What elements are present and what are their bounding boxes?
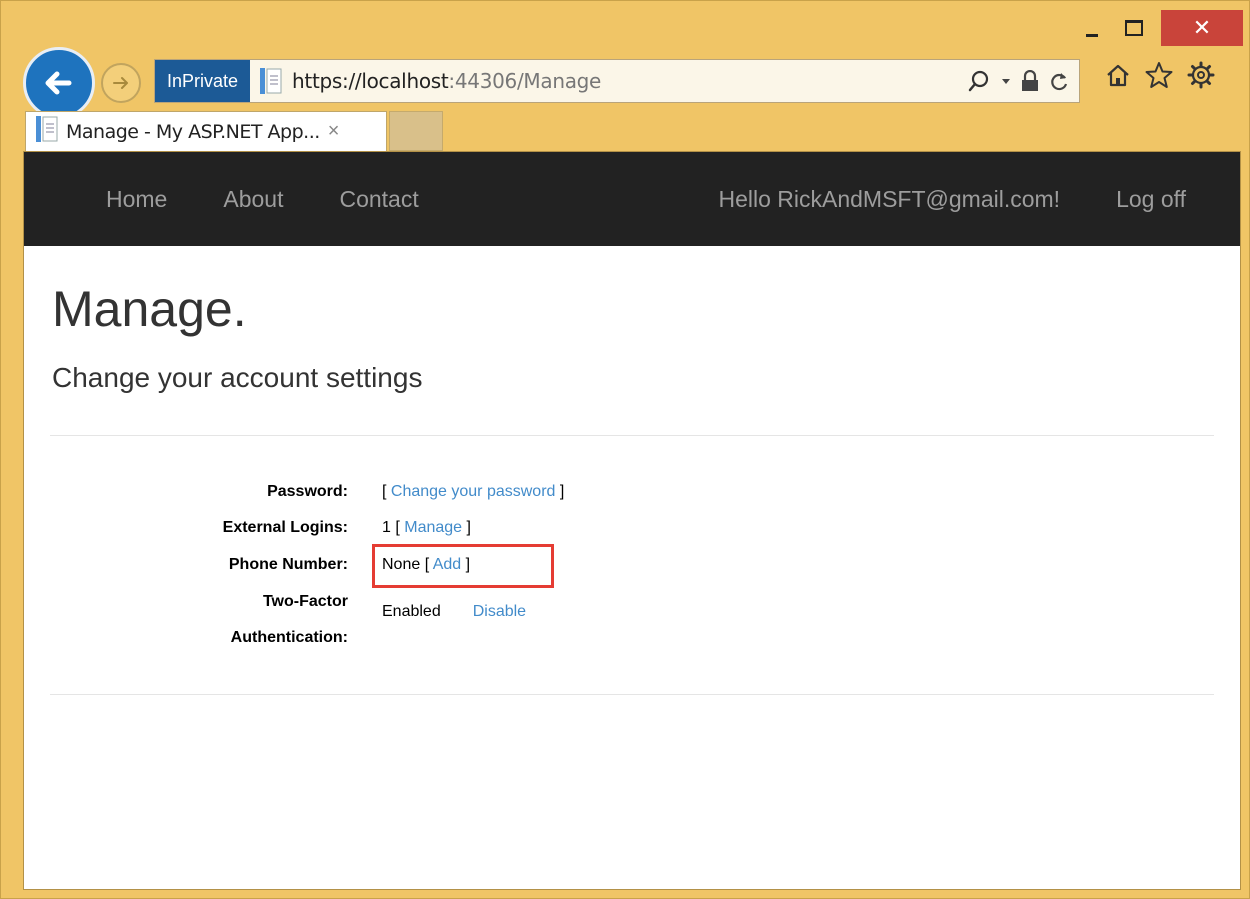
url-text[interactable]: https://localhost:44306/Manage — [292, 69, 601, 93]
favorites-star-icon[interactable] — [1145, 61, 1173, 89]
divider-bottom — [50, 694, 1214, 695]
two-factor-label-line2: Authentication: — [230, 629, 348, 646]
forward-arrow-icon — [113, 77, 128, 89]
minimize-button[interactable] — [1073, 9, 1111, 47]
external-logins-label: External Logins: — [222, 519, 348, 536]
password-value: [ Change your password ] — [382, 474, 564, 510]
url-host: https://localhost — [292, 69, 449, 93]
phone-number-label: Phone Number: — [228, 556, 348, 573]
url-path: :44306/Manage — [448, 69, 602, 93]
nav-logoff-link[interactable]: Log off — [1116, 186, 1186, 213]
site-navbar: Home About Contact Hello RickAndMSFT@gma… — [24, 152, 1240, 246]
dropdown-icon[interactable] — [1001, 76, 1011, 86]
password-label: Password: — [267, 483, 348, 500]
lock-icon[interactable] — [1021, 70, 1039, 92]
manage-logins-link[interactable]: Manage — [404, 519, 462, 536]
nav-contact-link[interactable]: Contact — [339, 186, 418, 213]
password-bracket-open: [ — [382, 483, 391, 500]
refresh-icon[interactable] — [1049, 70, 1069, 92]
home-icon[interactable] — [1105, 62, 1131, 88]
settings-gear-icon[interactable] — [1187, 61, 1215, 89]
browser-window: ✕ InPrivate https://localhost:44306/Mana… — [0, 0, 1250, 899]
tab-close-icon[interactable]: × — [328, 120, 340, 143]
nav-home-link[interactable]: Home — [106, 186, 167, 213]
two-factor-label: Two-Factor Authentication: — [231, 584, 348, 656]
nav-user-greeting-link[interactable]: Hello RickAndMSFT@gmail.com! — [718, 186, 1060, 213]
two-factor-label-line1: Two-Factor — [262, 593, 348, 610]
disable-two-factor-link[interactable]: Disable — [473, 603, 526, 620]
tab-title: Manage - My ASP.NET App... — [66, 120, 320, 143]
tab-page-icon — [36, 116, 58, 147]
address-bar[interactable]: InPrivate https://localhost:44306/Manage — [154, 59, 1080, 103]
external-logins-value: 1 [ Manage ] — [382, 510, 471, 546]
change-password-link[interactable]: Change your password — [391, 483, 556, 500]
divider-top — [50, 435, 1214, 436]
maximize-button[interactable] — [1115, 9, 1153, 47]
page-viewport: Home About Contact Hello RickAndMSFT@gma… — [23, 151, 1241, 890]
tab-manage[interactable]: Manage - My ASP.NET App... × — [25, 111, 387, 151]
password-bracket-close: ] — [555, 483, 565, 500]
nav-about-link[interactable]: About — [223, 186, 283, 213]
page-icon — [260, 68, 282, 94]
forward-button[interactable] — [101, 63, 141, 103]
page-subtitle: Change your account settings — [52, 362, 423, 393]
close-icon: ✕ — [1192, 15, 1212, 41]
maximize-icon — [1125, 20, 1143, 36]
two-factor-status: Enabled — [382, 603, 441, 620]
two-factor-value: Enabled Disable — [382, 594, 526, 630]
inprivate-badge: InPrivate — [155, 60, 251, 102]
back-arrow-icon — [45, 71, 72, 95]
minimize-icon — [1086, 33, 1098, 37]
external-logins-bracket-close: ] — [462, 519, 471, 536]
back-button[interactable] — [23, 47, 95, 119]
close-window-button[interactable]: ✕ — [1161, 10, 1243, 46]
search-icon[interactable] — [967, 69, 991, 93]
external-logins-count: 1 [ — [382, 519, 405, 536]
page-title: Manage. — [52, 281, 247, 337]
new-tab-button[interactable] — [389, 111, 443, 151]
phone-highlight-box — [372, 544, 554, 588]
